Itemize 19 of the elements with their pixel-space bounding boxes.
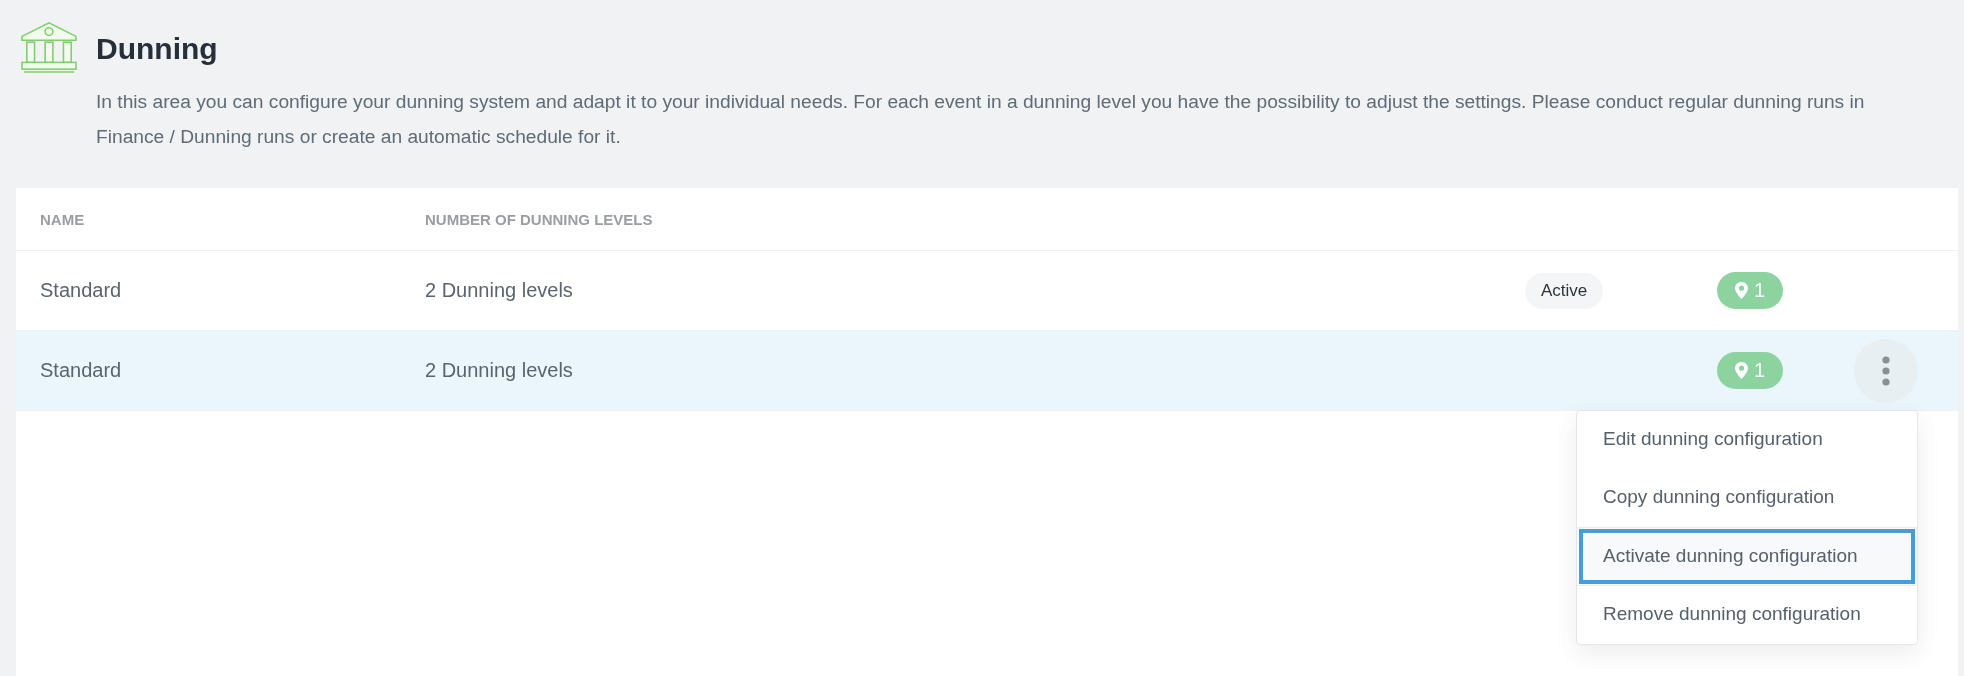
page-description: In this area you can configure your dunning system and adapt it to your individual needs. For each event in a dunning level you have the possibility to adjust the settings. Please conduct regular dunning runs in Finance / Dunning runs or create an automatic schedule for it. [96, 90, 1866, 149]
table-cell: Standard [40, 359, 122, 381]
pin-icon [1735, 282, 1748, 299]
pin-icon [1735, 362, 1748, 379]
table-cell: 2 Dunning levels [425, 279, 573, 301]
location-badge: 1 [1717, 272, 1784, 309]
status-badge: Active [1525, 272, 1604, 309]
column-header: NUMBER OF DUNNING LEVELS [425, 210, 653, 228]
menu-item[interactable]: Activate dunning configuration [1577, 526, 1917, 586]
table-cell: Standard [40, 279, 122, 301]
bank-icon [20, 20, 78, 74]
table-cell: 2 Dunning levels [425, 359, 573, 381]
page-title: Dunning [96, 31, 218, 66]
menu-item[interactable]: Edit dunning configuration [1577, 410, 1917, 469]
column-header: NAME [40, 210, 85, 228]
menu-item[interactable]: Remove dunning configuration [1577, 585, 1917, 644]
location-badge: 1 [1717, 352, 1784, 389]
menu-item[interactable]: Copy dunning configuration [1577, 468, 1917, 527]
more-icon [1882, 355, 1890, 386]
